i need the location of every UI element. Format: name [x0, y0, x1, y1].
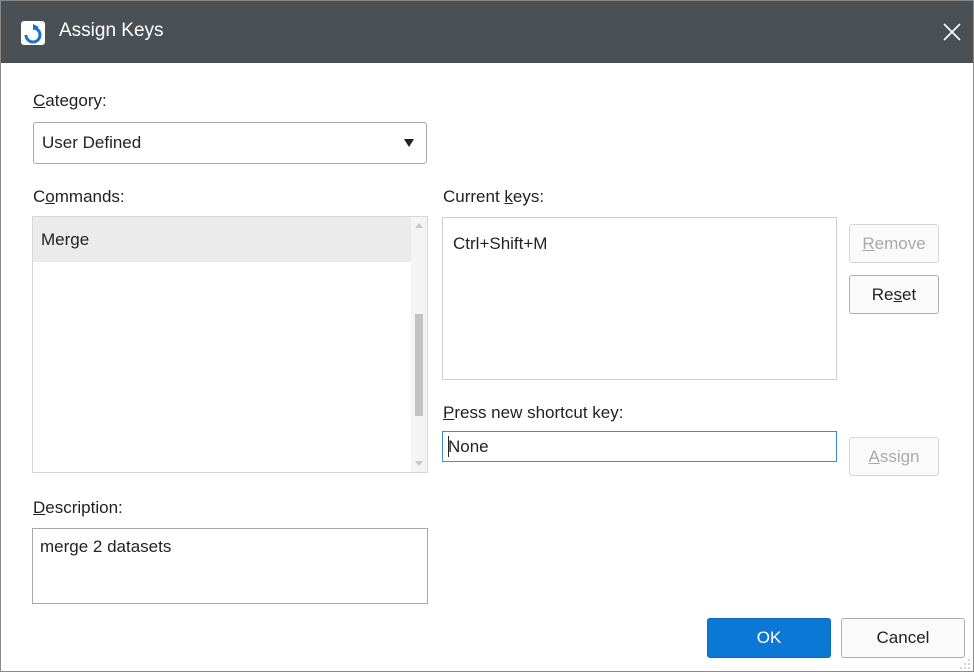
- dropdown-arrow-icon: [404, 139, 414, 147]
- sas-app-icon: [21, 21, 45, 45]
- close-icon[interactable]: [941, 21, 963, 43]
- title-bar: Assign Keys: [1, 1, 973, 63]
- shortcut-label: Press new shortcut key:: [443, 403, 624, 422]
- commands-list[interactable]: Merge: [32, 216, 428, 473]
- category-label: Category:: [33, 91, 107, 110]
- window-title: Assign Keys: [59, 20, 164, 41]
- resize-grip-icon[interactable]: [959, 658, 971, 670]
- current-keys-label: Current keys:: [443, 187, 545, 206]
- assign-button[interactable]: Assign: [849, 437, 939, 476]
- description-box: merge 2 datasets: [32, 528, 428, 604]
- commands-label: Commands:: [33, 187, 125, 206]
- list-item[interactable]: Merge: [33, 217, 411, 262]
- assign-keys-dialog: Assign Keys Category: User Defined Comma…: [0, 0, 974, 672]
- cancel-button[interactable]: Cancel: [841, 618, 965, 658]
- commands-scrollbar[interactable]: [411, 217, 427, 472]
- shortcut-key-input[interactable]: None: [442, 431, 837, 462]
- list-item[interactable]: Ctrl+Shift+M: [453, 234, 547, 254]
- current-keys-list[interactable]: Ctrl+Shift+M: [442, 217, 837, 380]
- remove-button[interactable]: Remove: [849, 224, 939, 263]
- scroll-up-icon[interactable]: [415, 223, 423, 228]
- shortcut-key-value: None: [448, 437, 489, 456]
- category-selected-value: User Defined: [42, 133, 142, 152]
- reset-button[interactable]: Reset: [849, 275, 939, 314]
- command-name: Merge: [41, 230, 90, 249]
- category-select[interactable]: User Defined: [33, 122, 427, 164]
- scroll-down-icon[interactable]: [415, 461, 423, 466]
- description-text: merge 2 datasets: [40, 537, 172, 556]
- scrollbar-thumb[interactable]: [415, 314, 423, 416]
- ok-button[interactable]: OK: [707, 618, 831, 658]
- description-label: Description:: [33, 498, 123, 517]
